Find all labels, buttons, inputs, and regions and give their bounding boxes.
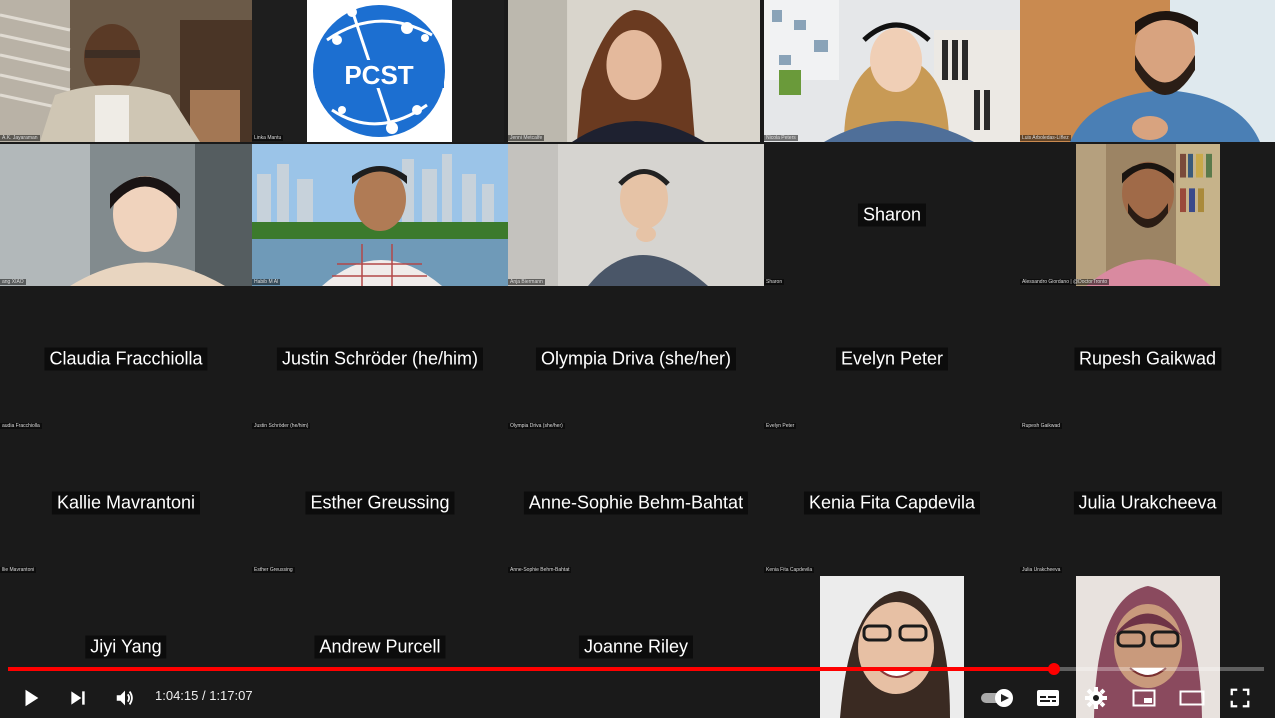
participant-name-tag: Luis Arboledas-Líñez <box>1020 135 1071 141</box>
participant-name-label: Justin Schröder (he/him) <box>276 347 484 371</box>
volume-button[interactable] <box>107 680 143 716</box>
participant-name-tag: Esther Greussing <box>252 567 295 573</box>
participant-name-tag: Jenni Metcalfe <box>508 135 545 141</box>
participant-name-label: Kallie Mavrantoni <box>51 491 201 515</box>
participant-video <box>252 144 508 286</box>
settings-button[interactable] <box>1078 680 1114 716</box>
participant-video <box>1076 144 1220 286</box>
participant-name-label: Anne-Sophie Behm-Bahtat <box>523 491 749 515</box>
participant-name-label: Claudia Fracchiolla <box>44 347 208 371</box>
participant-video <box>764 0 1020 142</box>
participant-name-label: Joanne Riley <box>578 635 694 659</box>
participant-name-tag: Sharon <box>764 279 785 285</box>
video-tile[interactable]: Anja Biermann <box>508 144 764 286</box>
video-tile[interactable]: PCST Linka Mantu <box>252 0 504 142</box>
participant-name-tag: Rupesh Gaikwad <box>1020 423 1063 429</box>
participant-name-tag: Justin Schröder (he/him) <box>252 423 311 429</box>
video-tile[interactable]: Jenni Metcalfe <box>508 0 760 142</box>
miniplayer-button[interactable] <box>1126 680 1162 716</box>
participant-name-tag: Olympia Driva (she/her) <box>508 423 565 429</box>
participant-video <box>508 0 760 142</box>
video-tile[interactable]: Luis Arboledas-Líñez <box>1020 0 1275 142</box>
participant-name-tag: Linka Mantu <box>252 135 284 141</box>
participant-name-label: Andrew Purcell <box>314 635 446 659</box>
name-tile[interactable]: Evelyn Peter Evelyn Peter <box>764 288 1020 430</box>
play-icon <box>25 689 39 707</box>
next-icon <box>71 691 85 705</box>
participant-name-tag: Kenia Fita Capdevila <box>764 567 815 573</box>
participant-name-tag: Anne-Sophie Behm-Bahtat <box>508 567 572 573</box>
player-controls: 1:04:15 / 1:17:07 <box>0 676 1275 718</box>
participant-name-tag: Habib M Al <box>252 279 281 285</box>
name-tile[interactable]: Julia Urakcheeva Julia Urakcheeva <box>1020 432 1275 574</box>
fullscreen-button[interactable] <box>1222 680 1258 716</box>
participant-name-tag: A.K. Jayaraman <box>0 135 40 141</box>
volume-icon <box>116 690 133 706</box>
participant-name-label: Olympia Driva (she/her) <box>535 347 737 371</box>
name-tile[interactable]: Kenia Fita Capdevila Kenia Fita Capdevil… <box>764 432 1020 574</box>
autoplay-toggle-icon <box>981 689 1013 707</box>
theater-mode-button[interactable] <box>1174 680 1210 716</box>
participant-video <box>0 144 252 286</box>
name-tile[interactable]: Rupesh Gaikwad Rupesh Gaikwad <box>1020 288 1275 430</box>
autoplay-toggle[interactable] <box>978 680 1018 716</box>
name-tile[interactable]: Kallie Mavrantoni llie Mavrantoni <box>0 432 252 574</box>
video-tile[interactable]: Nicola Peters <box>764 0 1020 142</box>
participant-name-label: Jiyi Yang <box>85 635 167 659</box>
name-tile[interactable]: Sharon Sharon <box>764 144 1020 286</box>
meeting-gallery: A.K. Jayaraman PCST Linka Mantu Jenni Me… <box>0 0 1275 718</box>
participant-name-label: Evelyn Peter <box>835 347 949 371</box>
fullscreen-icon <box>1230 688 1250 708</box>
participant-video <box>1020 0 1275 142</box>
participant-name-tag: ang XIAO <box>0 279 26 285</box>
participant-video <box>508 144 764 286</box>
name-tile[interactable]: Esther Greussing Esther Greussing <box>252 432 508 574</box>
participant-name-tag: Nicola Peters <box>764 135 798 141</box>
pcst-logo-image: PCST <box>307 0 452 142</box>
subtitles-button[interactable] <box>1030 680 1066 716</box>
theater-icon <box>1179 690 1205 706</box>
name-tile[interactable]: Justin Schröder (he/him) Justin Schröder… <box>252 288 508 430</box>
participant-name-label: Rupesh Gaikwad <box>1073 347 1222 371</box>
settings-icon <box>1085 687 1107 709</box>
video-tile[interactable]: ang XIAO <box>0 144 252 286</box>
video-tile[interactable]: Habib M Al <box>252 144 508 286</box>
participant-name-label: Esther Greussing <box>305 491 455 515</box>
progress-bar[interactable] <box>8 663 1264 675</box>
participant-name-label: Julia Urakcheeva <box>1073 491 1222 515</box>
subtitles-icon <box>1037 690 1059 706</box>
video-tile[interactable]: A.K. Jayaraman <box>0 0 252 142</box>
participant-name-label: Sharon <box>857 203 927 227</box>
svg-text:PCST: PCST <box>344 60 413 90</box>
next-button[interactable] <box>60 680 96 716</box>
participant-name-label: Kenia Fita Capdevila <box>803 491 981 515</box>
miniplayer-icon <box>1132 689 1156 707</box>
time-display: 1:04:15 / 1:17:07 <box>155 688 253 703</box>
name-tile[interactable]: Olympia Driva (she/her) Olympia Driva (s… <box>508 288 764 430</box>
video-tile[interactable]: Alessandro Giordano | @DoctorTronto <box>1020 144 1275 286</box>
name-tile[interactable]: Claudia Fracchiolla audia Fracchiolla <box>0 288 252 430</box>
participant-name-tag: Anja Biermann <box>508 279 545 285</box>
play-button[interactable] <box>13 680 49 716</box>
participant-name-tag: Alessandro Giordano | @DoctorTronto <box>1020 279 1110 285</box>
participant-name-tag: Evelyn Peter <box>764 423 797 429</box>
participant-name-tag: Julia Urakcheeva <box>1020 567 1063 573</box>
participant-name-tag: audia Fracchiolla <box>0 423 42 429</box>
participant-video <box>0 0 252 142</box>
participant-name-tag: llie Mavrantoni <box>0 567 37 573</box>
name-tile[interactable]: Anne-Sophie Behm-Bahtat Anne-Sophie Behm… <box>508 432 764 574</box>
progress-fill <box>8 667 1055 671</box>
